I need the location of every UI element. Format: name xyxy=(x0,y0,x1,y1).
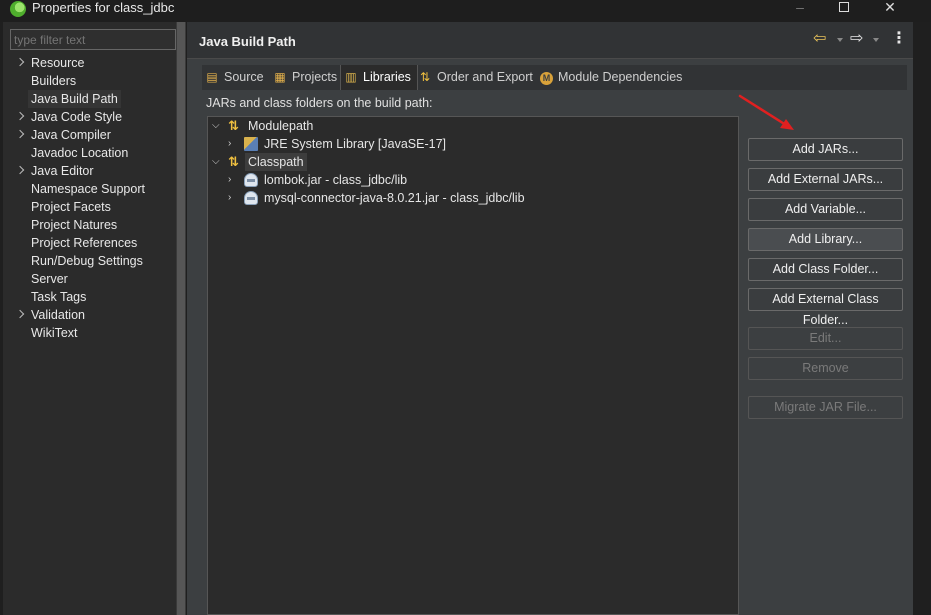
back-arrow-icon[interactable]: ⇦ xyxy=(813,30,826,48)
sidebar-item-label: Task Tags xyxy=(31,290,87,304)
module-icon: M xyxy=(540,72,553,85)
forward-arrow-icon[interactable]: ⇨ xyxy=(850,30,863,48)
build-path-tree[interactable]: ⌵ ⇅ Modulepath › JRE System Library [Jav… xyxy=(207,116,739,615)
maximize-icon xyxy=(839,2,849,12)
chevron-right-icon[interactable] xyxy=(15,57,25,67)
sidebar-item-label: Project Facets xyxy=(31,200,111,214)
sidebar-item-label: Project References xyxy=(31,236,138,250)
sidebar-item-label: Java Compiler xyxy=(31,128,111,142)
expand-right-icon[interactable]: › xyxy=(228,189,238,207)
sidebar-item-label: Validation xyxy=(31,308,85,322)
sidebar-item-label: Namespace Support xyxy=(31,182,145,196)
tree-node-label: Modulepath xyxy=(248,119,314,133)
sidebar-scrollbar[interactable] xyxy=(176,22,186,615)
library-icon xyxy=(244,137,258,151)
expand-down-icon[interactable]: ⌵ xyxy=(212,153,222,171)
chevron-right-icon[interactable] xyxy=(15,309,25,319)
sidebar-item-label: Server xyxy=(31,272,68,286)
build-path-label: JARs and class folders on the build path… xyxy=(206,96,433,110)
tree-node-label: JRE System Library [JavaSE-17] xyxy=(264,137,447,151)
migrate-jar-button[interactable]: Migrate JAR File... xyxy=(748,396,903,419)
add-jars-button[interactable]: Add JARs... xyxy=(748,138,903,161)
add-external-jars-button[interactable]: Add External JARs... xyxy=(748,168,903,191)
tab-module-dependencies[interactable]: M Module Dependencies xyxy=(540,65,682,90)
sidebar-item-label: Javadoc Location xyxy=(31,146,129,160)
chevron-right-icon[interactable] xyxy=(15,129,25,139)
page-title: Java Build Path xyxy=(199,34,296,49)
tree-node-label: Classpath xyxy=(245,153,307,171)
expand-right-icon[interactable]: › xyxy=(228,171,238,189)
sidebar-item-label: Run/Debug Settings xyxy=(31,254,143,268)
path-icon: ⇅ xyxy=(228,154,239,169)
jar-icon xyxy=(244,173,258,187)
add-class-folder-button[interactable]: Add Class Folder... xyxy=(748,258,903,281)
tab-libraries[interactable]: ▥ Libraries xyxy=(340,65,418,90)
title-bar: Properties for class_jdbc – ✕ xyxy=(0,0,931,22)
remove-button[interactable]: Remove xyxy=(748,357,903,380)
sidebar-item-label: Java Code Style xyxy=(31,110,123,124)
sidebar-item-label: Builders xyxy=(31,74,77,88)
source-folder-icon: ▤ xyxy=(206,70,218,84)
scrollbar-thumb[interactable] xyxy=(177,22,185,615)
jar-icon xyxy=(244,191,258,205)
tab-source[interactable]: ▤ Source xyxy=(205,65,264,90)
view-menu-icon[interactable]: ⋮ xyxy=(891,30,907,48)
tree-node-label: mysql-connector-java-8.0.21.jar - class_… xyxy=(264,191,525,205)
minimize-button[interactable]: – xyxy=(777,0,823,16)
forward-dropdown-icon[interactable] xyxy=(873,38,879,42)
tab-label: Source xyxy=(224,70,264,84)
build-path-tabs: ▤ Source ▦ Projects ▥ Libraries ⇅ Order and … xyxy=(202,65,907,90)
expand-right-icon[interactable]: › xyxy=(228,135,238,153)
tab-label: Libraries xyxy=(363,70,411,84)
property-page: Java Build Path ⇦ ⇨ ⋮ ▤ Source ▦ Projects … xyxy=(187,22,913,615)
libraries-tab-content: JARs and class folders on the build path… xyxy=(202,90,907,615)
sidebar-item-label: Java Build Path xyxy=(28,90,121,108)
filter-input[interactable] xyxy=(10,29,176,50)
back-dropdown-icon[interactable] xyxy=(837,38,843,42)
tab-label: Order and Export xyxy=(437,70,533,84)
page-header: Java Build Path ⇦ ⇨ ⋮ xyxy=(187,22,913,59)
projects-icon: ▦ xyxy=(274,70,286,84)
window-title: Properties for class_jdbc xyxy=(32,0,175,15)
add-variable-button[interactable]: Add Variable... xyxy=(748,198,903,221)
tab-projects[interactable]: ▦ Projects xyxy=(273,65,337,90)
sidebar-item-label: Project Natures xyxy=(31,218,118,232)
maximize-button[interactable] xyxy=(821,0,867,16)
sidebar-item-label: Java Editor xyxy=(31,164,94,178)
add-external-class-folder-button[interactable]: Add External Class Folder... xyxy=(748,288,903,327)
sidebar-item-label: Resource xyxy=(31,56,85,70)
order-export-icon: ⇅ xyxy=(419,70,431,84)
close-button[interactable]: ✕ xyxy=(867,0,913,16)
chevron-right-icon[interactable] xyxy=(15,165,25,175)
tab-label: Module Dependencies xyxy=(558,70,683,84)
path-icon: ⇅ xyxy=(228,118,239,133)
tab-order-export[interactable]: ⇅ Order and Export xyxy=(418,65,533,90)
tree-node-label: lombok.jar - class_jdbc/lib xyxy=(264,173,408,187)
sidebar-item-label: WikiText xyxy=(31,326,78,340)
chevron-right-icon[interactable] xyxy=(15,111,25,121)
spring-icon xyxy=(10,1,26,17)
add-library-button[interactable]: Add Library... xyxy=(748,228,903,251)
edit-button[interactable]: Edit... xyxy=(748,327,903,350)
libraries-icon: ▥ xyxy=(345,70,357,84)
tab-label: Projects xyxy=(292,70,338,84)
expand-down-icon[interactable]: ⌵ xyxy=(212,117,222,135)
property-pages-pane: Resource Builders Java Build Path Java Code… xyxy=(3,22,183,615)
